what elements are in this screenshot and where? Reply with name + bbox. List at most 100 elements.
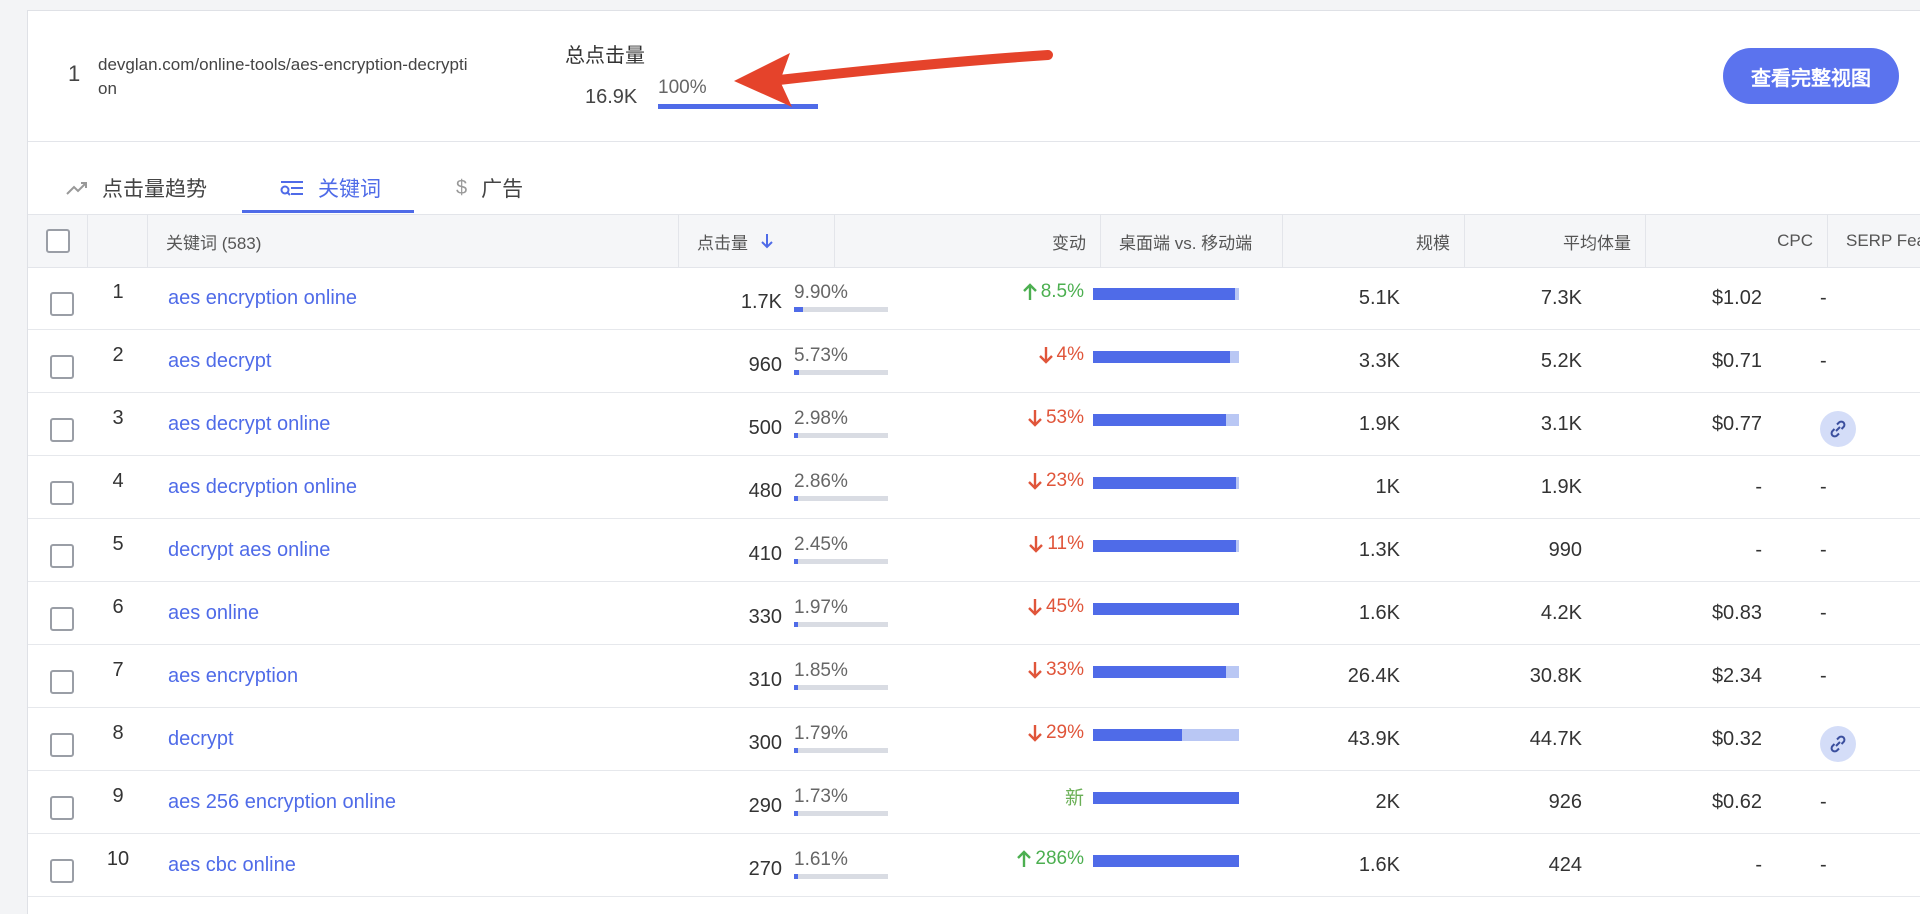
row-checkbox-cell: [50, 840, 74, 902]
cpc-value: $0.62: [1711, 790, 1762, 813]
cpc-value: $2.34: [1711, 664, 1762, 687]
select-all-checkbox[interactable]: [45, 229, 70, 253]
keyword-link[interactable]: decrypt aes online: [168, 519, 330, 581]
row-checkbox[interactable]: [50, 670, 74, 694]
header-serp[interactable]: SERP Features: [1828, 215, 1920, 267]
header-change[interactable]: 变动: [835, 215, 1101, 267]
link-icon[interactable]: [1820, 411, 1856, 447]
volume-value: 43.9K: [1347, 727, 1400, 750]
serp-value: -: [1820, 286, 1827, 309]
header-checkbox-cell: [28, 215, 88, 267]
desktop-mobile-track: [1093, 855, 1239, 867]
table-row: 7 aes encryption 310 1.85% 33% 26.4K 30.…: [28, 645, 1920, 708]
volume-value: 1.9K: [1358, 412, 1400, 435]
click-share-bar-fill: [794, 370, 800, 375]
avg-volume-value: 424: [1548, 853, 1582, 876]
change-text: 新: [1064, 787, 1084, 809]
header-keyword[interactable]: 关键词 (583): [148, 215, 679, 267]
row-checkbox-cell: [50, 399, 74, 461]
avg-volume-value: 4.2K: [1540, 601, 1582, 624]
click-share-bar: [794, 559, 888, 564]
click-share: 1.85%: [794, 644, 888, 706]
change-text: 29%: [1045, 722, 1084, 743]
row-checkbox[interactable]: [50, 481, 74, 505]
row-checkbox[interactable]: [50, 544, 74, 568]
change-value: 23%: [948, 450, 1084, 512]
row-checkbox-cell: [50, 525, 74, 587]
row-checkbox-cell: [50, 588, 74, 650]
change-value: 11%: [948, 513, 1084, 575]
row-checkbox[interactable]: [50, 292, 74, 316]
serp-value: -: [1820, 790, 1827, 813]
volume-value: 26.4K: [1347, 664, 1400, 687]
row-checkbox[interactable]: [50, 733, 74, 757]
volume-value: 5.1K: [1358, 286, 1400, 309]
desktop-share-fill: [1093, 477, 1237, 489]
keyword-link[interactable]: aes cbc online: [168, 834, 296, 896]
desktop-share-fill: [1093, 540, 1237, 552]
click-share-bar: [794, 307, 888, 312]
change-text: 4%: [1056, 344, 1084, 365]
header-clicks[interactable]: 点击量: [679, 215, 835, 267]
tab-keywords[interactable]: 关键词: [280, 173, 381, 203]
change-value: 8.5%: [948, 261, 1084, 323]
tab-label: 关键词: [318, 178, 381, 201]
clicks-value: 960: [748, 353, 782, 376]
change-text: 45%: [1045, 596, 1084, 617]
keyword-link[interactable]: aes decryption online: [168, 456, 357, 518]
keyword-link[interactable]: decrypt: [168, 708, 234, 770]
row-checkbox[interactable]: [50, 355, 74, 379]
site-url[interactable]: devglan.com/online-tools/aes-encryption-…: [98, 53, 468, 101]
row-checkbox[interactable]: [50, 607, 74, 631]
sort-down-icon: [760, 233, 774, 249]
arrow-down-icon: [1038, 347, 1053, 364]
change-text: 8.5%: [1040, 281, 1084, 302]
serp-features: -: [1820, 771, 1827, 833]
cpc-value: $0.71: [1711, 349, 1762, 372]
change-value: 新: [948, 765, 1084, 827]
change-value: 33%: [948, 639, 1084, 701]
change-value: 286%: [948, 828, 1084, 890]
header-avg-volume[interactable]: 平均体量: [1465, 215, 1646, 267]
desktop-mobile-track: [1093, 351, 1239, 363]
header-desktop-mobile[interactable]: 桌面端 vs. 移动端: [1101, 215, 1283, 267]
view-full-button[interactable]: 查看完整视图: [1723, 48, 1899, 104]
click-share-pct: 2.86%: [794, 471, 848, 492]
row-checkbox-cell: [50, 336, 74, 398]
site-panel: 1 devglan.com/online-tools/aes-encryptio…: [27, 10, 1920, 914]
row-checkbox-cell: [50, 777, 74, 839]
row-checkbox[interactable]: [50, 418, 74, 442]
tab-ads[interactable]: $ 广告: [456, 173, 523, 203]
click-share-pct: 2.45%: [794, 534, 848, 555]
desktop-share-fill: [1093, 288, 1235, 300]
keyword-link[interactable]: aes 256 encryption online: [168, 771, 396, 833]
change-text: 286%: [1035, 848, 1084, 869]
keyword-link[interactable]: aes decrypt online: [168, 393, 330, 455]
arrow-up-icon: [1022, 283, 1037, 300]
keyword-link[interactable]: aes encryption: [168, 645, 298, 707]
clicks-value: 500: [748, 416, 782, 439]
keyword-link[interactable]: aes decrypt: [168, 330, 271, 392]
row-checkbox[interactable]: [50, 796, 74, 820]
serp-value: -: [1820, 475, 1827, 498]
link-icon[interactable]: [1820, 726, 1856, 762]
row-number: 8: [112, 721, 124, 744]
click-share: 2.86%: [794, 455, 888, 517]
row-checkbox[interactable]: [50, 859, 74, 883]
header-cpc[interactable]: CPC: [1646, 215, 1828, 267]
pagination-controls[interactable]: ‹ ›: [1773, 909, 1786, 914]
keyword-link[interactable]: aes online: [168, 582, 259, 644]
desktop-mobile-track: [1093, 288, 1239, 300]
tab-click-trend[interactable]: 点击量趋势: [66, 173, 207, 203]
change-text: 11%: [1047, 533, 1084, 554]
desktop-mobile-track: [1093, 603, 1239, 615]
click-share: 9.90%: [794, 266, 888, 328]
desktop-mobile-track: [1093, 414, 1239, 426]
header-volume[interactable]: 规模: [1283, 215, 1465, 267]
row-number: 3: [112, 406, 124, 429]
keyword-link[interactable]: aes encryption online: [168, 267, 357, 329]
serp-features: -: [1820, 456, 1827, 518]
row-number: 6: [112, 595, 124, 618]
desktop-mobile-bar: [1093, 389, 1239, 451]
cpc-value: $0.83: [1711, 601, 1762, 624]
